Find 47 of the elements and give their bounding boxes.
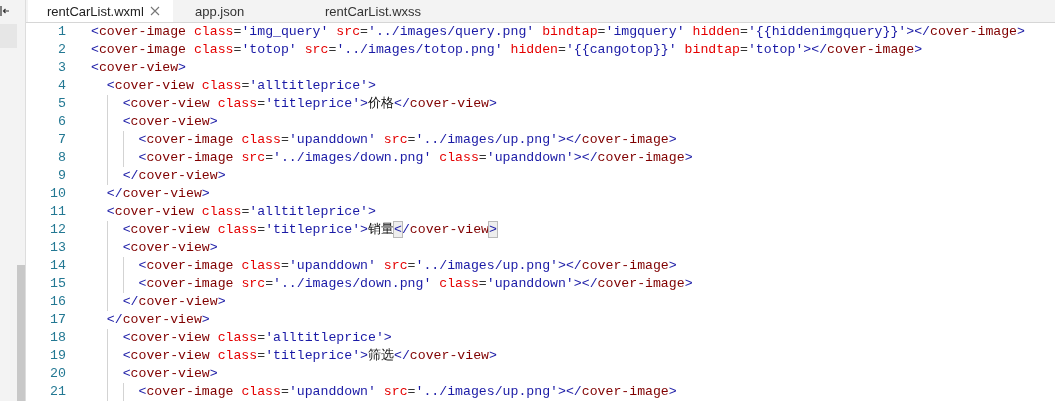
- line-number: 19: [50, 347, 66, 365]
- collapse-icon[interactable]: [0, 5, 10, 17]
- line-number: 2: [58, 41, 66, 59]
- code-line: </cover-view>: [91, 167, 1055, 185]
- line-number: 17: [50, 311, 66, 329]
- line-number: 18: [50, 329, 66, 347]
- code-line: <cover-image class='upanddown' src='../images/up.png'></cover-image>: [91, 257, 1055, 275]
- line-number: 8: [58, 149, 66, 167]
- line-number: 16: [50, 293, 66, 311]
- code-line: <cover-image class='upanddown' src='../images/up.png'></cover-image>: [91, 131, 1055, 149]
- code-line: <cover-view class='alltitleprice'>: [105, 203, 377, 221]
- code-line: </cover-view>: [105, 185, 211, 203]
- code-line: <cover-image class='upanddown' src='../images/up.png'></cover-image>: [91, 383, 1055, 401]
- line-number: 14: [50, 257, 66, 275]
- line-number: 5: [58, 95, 66, 113]
- code-line: <cover-view>: [91, 59, 187, 77]
- line-number: 21: [50, 383, 66, 401]
- line-number: 4: [58, 77, 66, 95]
- line-number: 6: [58, 113, 66, 131]
- code-line: <cover-view>: [91, 113, 1055, 131]
- line-number: 13: [50, 239, 66, 257]
- code-line: <cover-view class='titleprice'>价格</cover-view>: [91, 95, 1055, 113]
- line-number: 20: [50, 365, 66, 383]
- scrollbar-thumb[interactable]: [17, 265, 25, 401]
- line-number: 3: [58, 59, 66, 77]
- line-number: 7: [58, 131, 66, 149]
- line-number: 12: [50, 221, 66, 239]
- code-line: <cover-image src='../images/down.png' class='upanddown'></cover-image>: [91, 275, 1055, 293]
- editor-tab[interactable]: rentCarList.wxss: [303, 0, 433, 22]
- line-number: 15: [50, 275, 66, 293]
- close-icon[interactable]: [149, 6, 160, 16]
- code-line: </cover-view>: [91, 293, 1055, 311]
- line-number: 1: [58, 23, 66, 41]
- line-number: 10: [50, 185, 66, 203]
- line-number: 9: [58, 167, 66, 185]
- editor-tab[interactable]: app.json: [173, 0, 303, 22]
- line-number: 11: [50, 203, 66, 221]
- code-line: <cover-view>: [91, 365, 1055, 383]
- code-line: <cover-view>: [91, 239, 1055, 257]
- code-line: <cover-image src='../images/down.png' class='upanddown'></cover-image>: [91, 149, 1055, 167]
- code-line: <cover-view class='titleprice'>筛选</cover-view>: [91, 347, 1055, 365]
- code-line: <cover-view class='alltitleprice'>: [91, 329, 1055, 347]
- code-line: <cover-view class='alltitleprice'>: [105, 77, 377, 95]
- code-line: <cover-image class='totop' src='../images/totop.png' hidden='{{cangotop}}' bindtap='totop'></cover-image>: [91, 41, 924, 59]
- code-line: </cover-view>: [105, 311, 211, 329]
- code-line: <cover-image class='img_query' src='../images/query.png' bindtap='imgquery' hidden='{{hiddenimgquery}}'></cover-image>: [91, 23, 1026, 41]
- editor-tab[interactable]: rentCarList.wxml: [28, 0, 173, 22]
